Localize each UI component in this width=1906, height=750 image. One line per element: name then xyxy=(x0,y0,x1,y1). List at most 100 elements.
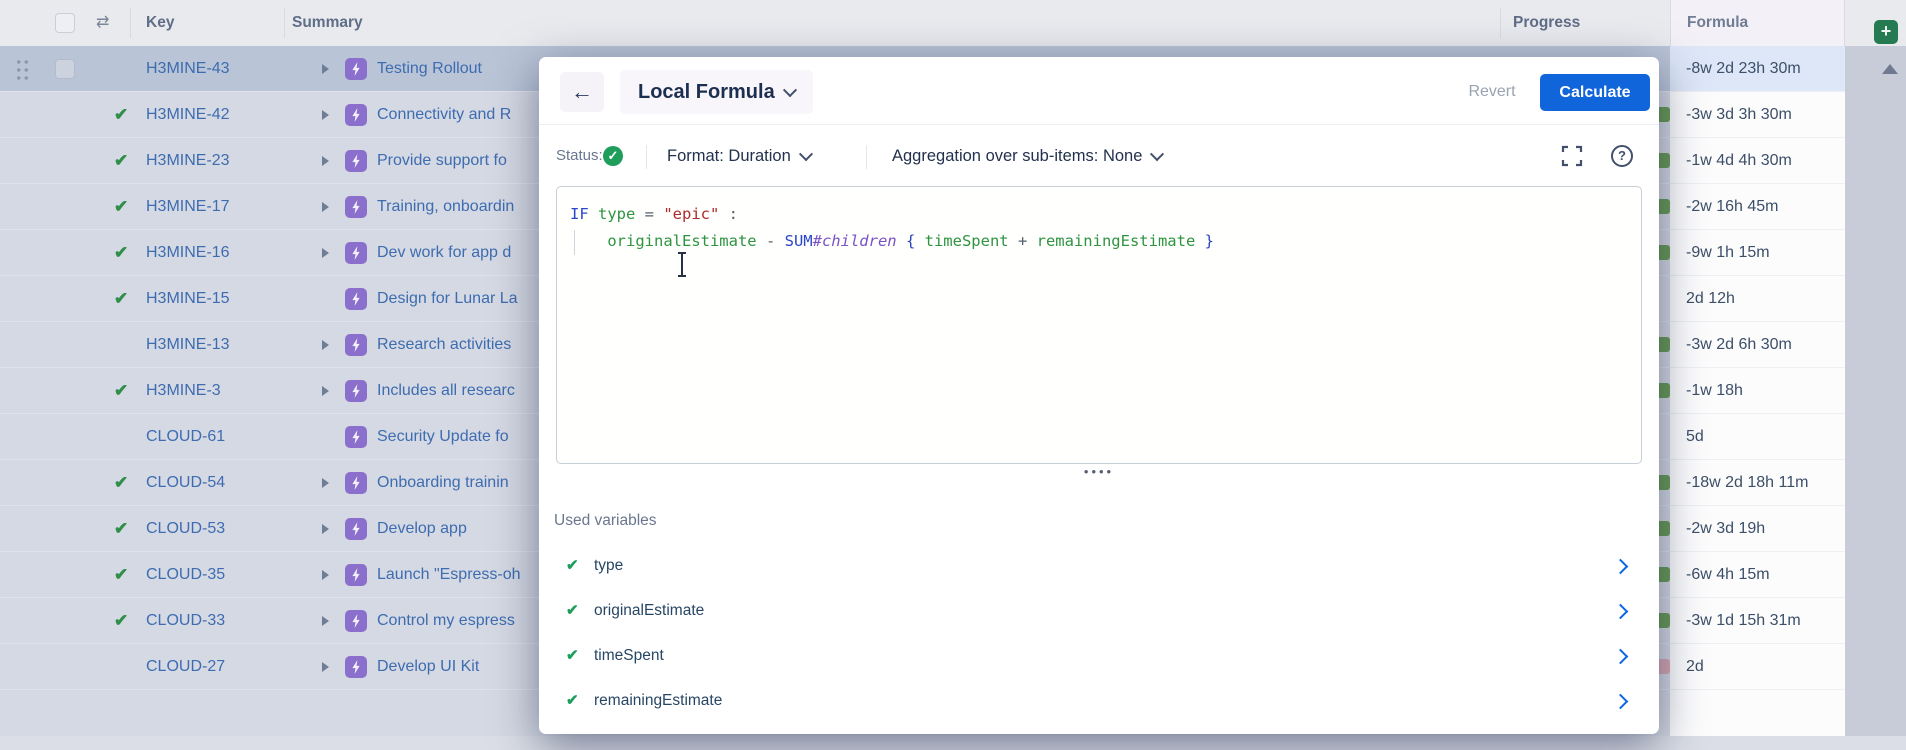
drag-handle-icon[interactable] xyxy=(15,58,30,81)
scroll-up-arrow-icon[interactable] xyxy=(1882,64,1898,74)
issue-summary[interactable]: Control my espress xyxy=(377,598,515,643)
issue-summary[interactable]: Connectivity and R xyxy=(377,92,511,137)
expand-arrow-icon[interactable] xyxy=(322,616,329,626)
progress-bar-tip xyxy=(1659,613,1670,628)
issue-key-link[interactable]: H3MINE-17 xyxy=(146,184,230,229)
code-token-op: = xyxy=(635,205,663,223)
column-header-progress[interactable]: Progress xyxy=(1513,0,1580,46)
chevron-right-icon[interactable] xyxy=(1613,604,1629,620)
formula-value: -3w 1d 15h 31m xyxy=(1686,598,1801,643)
issue-key-link[interactable]: CLOUD-61 xyxy=(146,414,225,459)
settings-divider xyxy=(866,145,867,169)
expand-arrow-icon[interactable] xyxy=(322,156,329,166)
header-divider xyxy=(130,8,131,38)
formula-cell[interactable]: 2d xyxy=(1670,644,1845,690)
formula-cell[interactable]: -3w 3d 3h 30m xyxy=(1670,92,1845,138)
variable-row[interactable]: ✔remainingEstimate xyxy=(539,684,1659,718)
code-token-op: : xyxy=(719,205,738,223)
help-icon[interactable]: ? xyxy=(1611,145,1633,167)
expand-arrow-icon[interactable] xyxy=(322,386,329,396)
expand-arrow-icon[interactable] xyxy=(322,340,329,350)
issue-key-link[interactable]: CLOUD-53 xyxy=(146,506,225,551)
formula-cell[interactable]: -9w 1h 15m xyxy=(1670,230,1845,276)
formula-cell[interactable]: -2w 16h 45m xyxy=(1670,184,1845,230)
issue-key-link[interactable]: H3MINE-13 xyxy=(146,322,230,367)
formula-value: 2d xyxy=(1686,644,1704,689)
expand-arrow-icon[interactable] xyxy=(322,524,329,534)
lightning-bolt-glyph xyxy=(350,338,362,352)
epic-type-icon xyxy=(345,564,367,586)
issue-key-link[interactable]: H3MINE-23 xyxy=(146,138,230,183)
code-token-op: + xyxy=(1009,232,1037,250)
issue-summary[interactable]: Onboarding trainin xyxy=(377,460,509,505)
select-all-checkbox[interactable] xyxy=(55,13,75,33)
formula-cell[interactable]: -3w 1d 15h 31m xyxy=(1670,598,1845,644)
issue-key-link[interactable]: H3MINE-42 xyxy=(146,92,230,137)
formula-type-dropdown[interactable]: Local Formula xyxy=(620,70,813,114)
formula-cell[interactable]: -18w 2d 18h 11m xyxy=(1670,460,1845,506)
issue-summary[interactable]: Provide support fo xyxy=(377,138,507,183)
chevron-right-icon[interactable] xyxy=(1613,559,1629,575)
formula-cell[interactable]: 5d xyxy=(1670,414,1845,460)
aggregation-dropdown[interactable]: Aggregation over sub-items: None xyxy=(892,141,1162,171)
lightning-bolt-glyph xyxy=(350,476,362,490)
chevron-down-icon xyxy=(1150,147,1164,161)
issue-summary[interactable]: Launch "Espress-oh xyxy=(377,552,521,597)
expand-arrow-icon[interactable] xyxy=(322,64,329,74)
row-checkbox[interactable] xyxy=(55,59,75,79)
issue-key-link[interactable]: CLOUD-35 xyxy=(146,552,225,597)
issue-key-link[interactable]: CLOUD-54 xyxy=(146,460,225,505)
formula-cell[interactable]: -6w 4h 15m xyxy=(1670,552,1845,598)
variable-row[interactable]: ✔type xyxy=(539,549,1659,583)
column-header-formula-cell[interactable]: Formula xyxy=(1670,0,1845,46)
revert-button[interactable]: Revert xyxy=(1447,72,1537,112)
code-token-brace: { xyxy=(897,232,925,250)
expand-arrow-icon[interactable] xyxy=(322,248,329,258)
issue-key-link[interactable]: H3MINE-43 xyxy=(146,46,230,91)
issue-summary[interactable]: Develop UI Kit xyxy=(377,644,479,689)
swap-columns-icon[interactable]: ⇄ xyxy=(96,0,109,46)
calculate-button[interactable]: Calculate xyxy=(1540,74,1650,111)
expand-arrow-icon[interactable] xyxy=(322,478,329,488)
chevron-right-icon[interactable] xyxy=(1613,694,1629,710)
done-check-icon: ✔ xyxy=(114,506,128,551)
expand-arrow-icon[interactable] xyxy=(322,662,329,672)
formula-code-editor[interactable]: IF type = "epic" : originalEstimate - SU… xyxy=(556,186,1642,464)
issue-key-link[interactable]: H3MINE-15 xyxy=(146,276,230,321)
progress-bar-tip xyxy=(1659,245,1670,260)
add-column-button[interactable]: + xyxy=(1874,20,1898,44)
variable-row[interactable]: ✔originalEstimate xyxy=(539,594,1659,628)
column-header-summary[interactable]: Summary xyxy=(292,0,363,46)
issue-summary[interactable]: Testing Rollout xyxy=(377,46,482,91)
horizontal-scrollbar-track[interactable] xyxy=(0,736,1906,750)
issue-key-link[interactable]: H3MINE-16 xyxy=(146,230,230,275)
expand-arrow-icon[interactable] xyxy=(322,110,329,120)
formula-cell[interactable]: -8w 2d 23h 30m xyxy=(1670,46,1845,92)
formula-cell[interactable]: 2d 12h xyxy=(1670,276,1845,322)
issue-summary[interactable]: Dev work for app d xyxy=(377,230,511,275)
issue-summary[interactable]: Design for Lunar La xyxy=(377,276,518,321)
formula-cell[interactable]: -1w 18h xyxy=(1670,368,1845,414)
formula-cell[interactable]: -1w 4d 4h 30m xyxy=(1670,138,1845,184)
issue-summary[interactable]: Security Update fo xyxy=(377,414,509,459)
column-header-key[interactable]: Key xyxy=(146,0,174,46)
used-variables-heading: Used variables xyxy=(554,512,657,530)
issue-key-link[interactable]: H3MINE-3 xyxy=(146,368,221,413)
variable-row[interactable]: ✔timeSpent xyxy=(539,639,1659,673)
issue-key-link[interactable]: CLOUD-27 xyxy=(146,644,225,689)
issue-summary[interactable]: Includes all researc xyxy=(377,368,515,413)
formula-cell[interactable]: -2w 3d 19h xyxy=(1670,506,1845,552)
expand-arrow-icon[interactable] xyxy=(322,570,329,580)
back-button[interactable]: ← xyxy=(560,72,604,112)
issue-summary[interactable]: Research activities xyxy=(377,322,511,367)
issue-key-link[interactable]: CLOUD-33 xyxy=(146,598,225,643)
expand-arrow-icon[interactable] xyxy=(322,202,329,212)
format-dropdown[interactable]: Format: Duration xyxy=(667,141,811,171)
vertical-scrollbar-track[interactable] xyxy=(1845,46,1906,750)
chevron-right-icon[interactable] xyxy=(1613,649,1629,665)
fullscreen-icon[interactable] xyxy=(1561,145,1583,167)
issue-summary[interactable]: Training, onboardin xyxy=(377,184,514,229)
editor-resize-handle[interactable]: •••• xyxy=(1077,468,1121,478)
issue-summary[interactable]: Develop app xyxy=(377,506,467,551)
formula-cell[interactable]: -3w 2d 6h 30m xyxy=(1670,322,1845,368)
